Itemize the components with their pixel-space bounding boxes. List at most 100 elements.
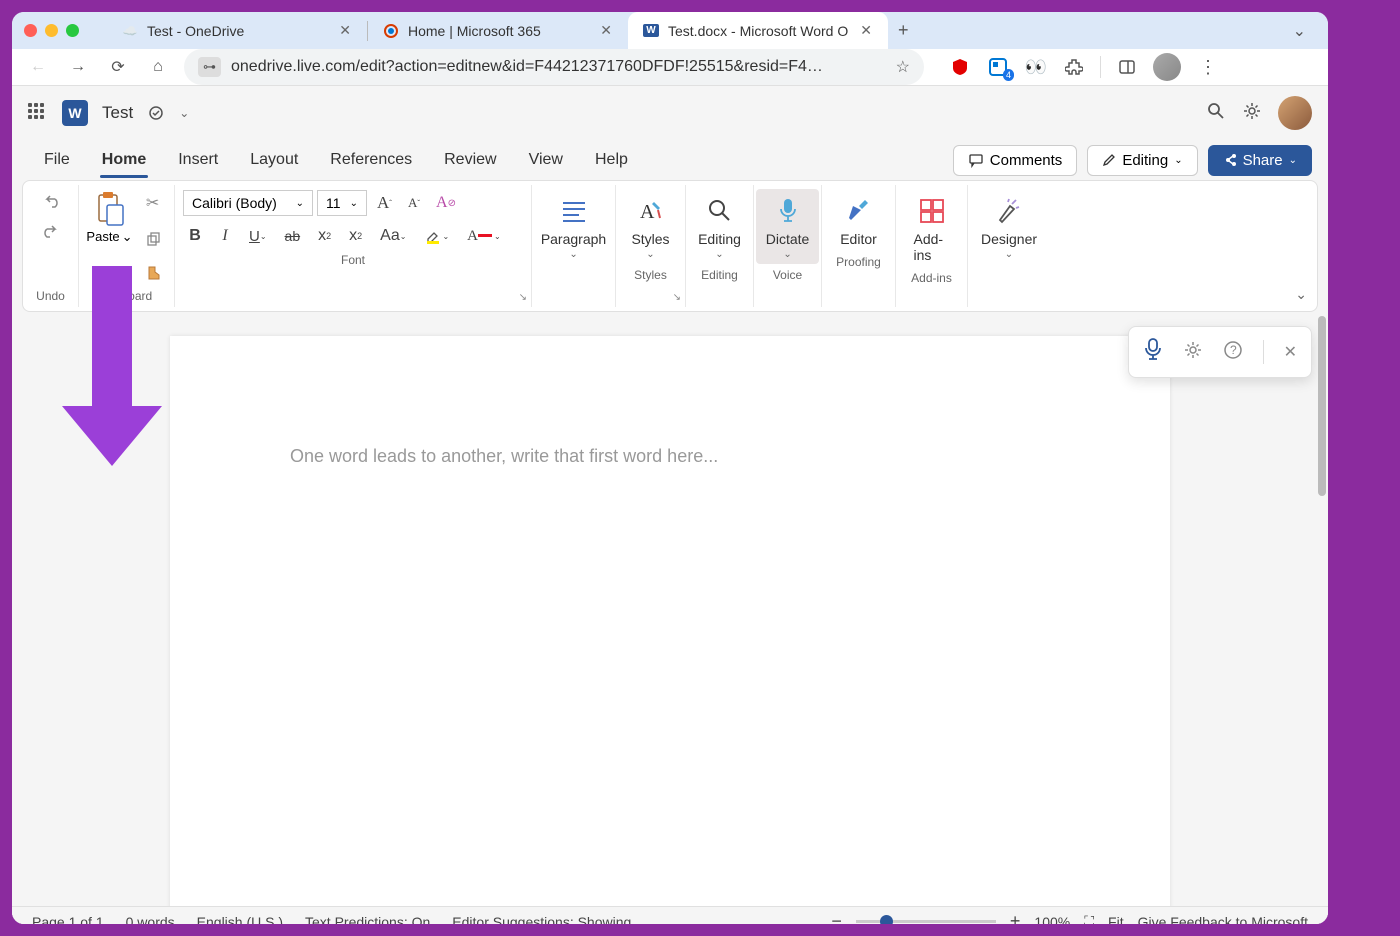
tab-home[interactable]: Home (86, 143, 162, 177)
shrink-font-button[interactable]: Aˇ (402, 191, 426, 215)
fit-label[interactable]: Fit (1108, 914, 1124, 925)
address-bar[interactable]: ⊶ onedrive.live.com/edit?action=editnew&… (184, 49, 924, 85)
dictate-button[interactable]: Dictate ⌄ (756, 189, 820, 264)
tab-view[interactable]: View (513, 143, 579, 177)
tab-review[interactable]: Review (428, 143, 512, 177)
scrollbar-thumb[interactable] (1318, 316, 1326, 496)
tab-file[interactable]: File (28, 143, 86, 177)
save-status-icon[interactable] (147, 104, 165, 122)
suggestions-indicator[interactable]: Editor Suggestions: Showing (452, 914, 631, 925)
ublock-icon[interactable] (948, 55, 972, 79)
zoom-out-button[interactable]: − (831, 911, 842, 924)
change-case-button[interactable]: Aa⌄ (374, 223, 412, 249)
redo-button[interactable] (35, 219, 67, 245)
dictate-settings-icon[interactable] (1183, 340, 1203, 365)
user-avatar[interactable] (1278, 96, 1312, 130)
document-page[interactable]: One word leads to another, write that fi… (170, 336, 1170, 924)
share-button[interactable]: Share ⌄ (1208, 145, 1312, 176)
styles-icon: A (633, 193, 669, 229)
word-count[interactable]: 0 words (126, 914, 175, 925)
editing-label: Editing (1122, 152, 1168, 169)
tab-layout[interactable]: Layout (234, 143, 314, 177)
close-icon[interactable]: ✕ (598, 20, 614, 41)
back-button[interactable]: ← (24, 53, 52, 81)
settings-icon[interactable] (1242, 101, 1262, 126)
ribbon-expand-icon[interactable]: ⌄ (1295, 286, 1307, 303)
sidepanel-icon[interactable] (1115, 55, 1139, 79)
font-dialog-launcher[interactable]: ↘ (519, 292, 527, 303)
clear-formatting-button[interactable]: A⊘ (430, 190, 462, 216)
styles-dialog-launcher[interactable]: ↘ (673, 292, 681, 303)
font-size-select[interactable]: 11⌄ (317, 190, 367, 216)
undo-button[interactable] (35, 189, 67, 215)
bold-button[interactable]: B (183, 223, 207, 249)
editing-mode-button[interactable]: Editing ⌄ (1087, 145, 1197, 176)
cut-button[interactable]: ✂ (139, 189, 167, 217)
dictate-close-icon[interactable]: ✕ (1284, 342, 1297, 362)
new-tab-button[interactable]: + (888, 14, 919, 47)
site-settings-icon[interactable]: ⊶ (198, 57, 221, 77)
tab-references[interactable]: References (314, 143, 428, 177)
reload-button[interactable]: ⟳ (104, 53, 132, 81)
editing-dropdown-button[interactable]: Editing ⌄ (688, 189, 751, 264)
tab-dropdown[interactable]: ⌄ (1283, 15, 1316, 47)
extension-icon-2[interactable]: 👀 (1024, 55, 1048, 79)
window-close[interactable] (24, 24, 37, 37)
grow-font-button[interactable]: Aˆ (371, 189, 398, 217)
word-app-icon[interactable]: W (62, 100, 88, 126)
predictions-indicator[interactable]: Text Predictions: On (305, 914, 430, 925)
paste-button[interactable]: Paste⌄ (86, 189, 132, 245)
app-launcher-icon[interactable] (28, 103, 48, 123)
editor-button[interactable]: Editor (830, 189, 887, 251)
document-title[interactable]: Test (102, 103, 133, 123)
extension-icon[interactable]: 4 (986, 55, 1010, 79)
scrollbar[interactable] (1316, 312, 1328, 674)
extensions-icon[interactable] (1062, 55, 1086, 79)
zoom-value[interactable]: 100% (1034, 914, 1070, 925)
strikethrough-button[interactable]: ab (279, 224, 307, 248)
feedback-link[interactable]: Give Feedback to Microsoft (1138, 914, 1308, 925)
window-minimize[interactable] (45, 24, 58, 37)
addins-button[interactable]: Add-ins (904, 189, 960, 267)
fit-icon[interactable]: ⛶ (1084, 913, 1094, 924)
share-icon (1223, 153, 1237, 167)
home-button[interactable]: ⌂ (144, 53, 172, 81)
browser-menu-icon[interactable]: ⋮ (1195, 53, 1221, 82)
browser-tab-word[interactable]: W Test.docx - Microsoft Word O ✕ (628, 12, 888, 49)
tab-insert[interactable]: Insert (162, 143, 234, 177)
page-indicator[interactable]: Page 1 of 1 (32, 914, 104, 925)
paragraph-button[interactable]: Paragraph ⌄ (531, 189, 616, 264)
copy-button[interactable] (139, 227, 167, 251)
font-color-button[interactable]: A⌄ (461, 224, 507, 249)
superscript-button[interactable]: x2 (343, 223, 368, 249)
close-icon[interactable]: ✕ (858, 20, 874, 41)
tab-help[interactable]: Help (579, 143, 644, 177)
comments-button[interactable]: Comments (953, 145, 1078, 176)
font-family-select[interactable]: Calibri (Body)⌄ (183, 190, 313, 216)
subscript-button[interactable]: x2 (312, 223, 337, 249)
dictate-mic-icon[interactable] (1143, 337, 1163, 367)
browser-tab-onedrive[interactable]: ☁️ Test - OneDrive ✕ (107, 12, 367, 49)
group-label-proofing: Proofing (836, 251, 881, 269)
zoom-in-button[interactable]: + (1010, 911, 1021, 924)
italic-button[interactable]: I (213, 223, 237, 249)
format-painter-button[interactable] (139, 261, 167, 285)
language-indicator[interactable]: English (U.S.) (197, 914, 283, 925)
browser-titlebar: ☁️ Test - OneDrive ✕ Home | Microsoft 36… (12, 12, 1328, 49)
close-icon[interactable]: ✕ (337, 20, 353, 41)
search-icon[interactable] (1206, 101, 1226, 126)
styles-button[interactable]: A Styles ⌄ (621, 189, 679, 264)
bookmark-icon[interactable]: ☆ (896, 57, 910, 77)
designer-button[interactable]: Designer ⌄ (971, 189, 1047, 264)
dictate-help-icon[interactable]: ? (1223, 340, 1243, 365)
browser-toolbar: ← → ⟳ ⌂ ⊶ onedrive.live.com/edit?action=… (12, 49, 1328, 86)
group-label-editing: Editing (701, 264, 738, 282)
browser-tab-m365[interactable]: Home | Microsoft 365 ✕ (368, 12, 628, 49)
underline-button[interactable]: U⌄ (243, 224, 273, 249)
title-dropdown[interactable]: ⌄ (179, 106, 189, 120)
forward-button[interactable]: → (64, 53, 92, 81)
highlight-button[interactable]: ⌄ (418, 223, 455, 249)
window-maximize[interactable] (66, 24, 79, 37)
profile-avatar[interactable] (1153, 53, 1181, 81)
zoom-slider[interactable] (856, 920, 996, 923)
